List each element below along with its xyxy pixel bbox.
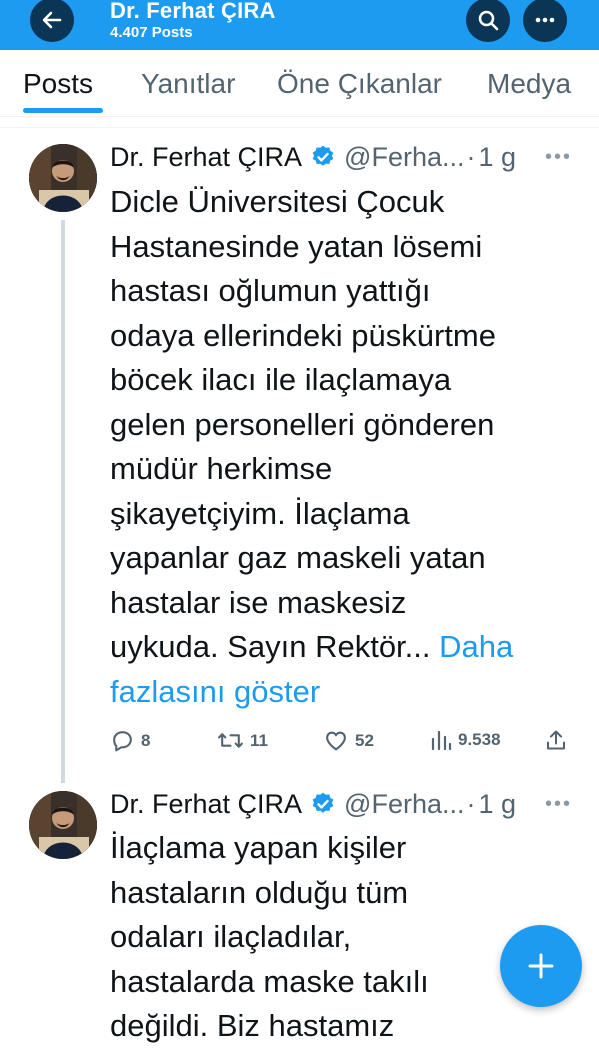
active-tab-indicator: [23, 108, 103, 113]
profile-tabs: Posts Yanıtlar Öne Çıkanlar Medya: [0, 50, 599, 117]
post-header: Dr. Ferhat ÇIRA @Ferha... · 1 g: [110, 787, 516, 821]
tab-highlights[interactable]: Öne Çıkanlar: [277, 68, 442, 100]
meta-separator: ·: [466, 141, 476, 172]
post-text-line: hastalar ise maskesiz: [110, 584, 407, 620]
post-more-icon[interactable]: •••: [545, 793, 572, 816]
post-more-icon[interactable]: •••: [545, 146, 572, 169]
post-text-line: Dicle Üniversitesi Çocuk: [110, 184, 445, 219]
plus-icon: [528, 953, 554, 979]
top-app-bar: Dr. Ferhat ÇIRA 4.407 Posts: [0, 0, 599, 50]
post-text-line: odaya ellerindeki püskürtme: [110, 317, 496, 353]
share-button[interactable]: [544, 728, 568, 753]
search-icon: [478, 10, 499, 31]
arrow-left-icon: [42, 11, 62, 29]
search-button[interactable]: [466, 0, 510, 42]
author-name[interactable]: Dr. Ferhat ÇIRA: [110, 789, 302, 820]
feed-divider: [0, 127, 599, 128]
profile-photo: [29, 144, 97, 212]
verified-badge-icon: [312, 792, 334, 813]
thread-connector: [61, 220, 65, 783]
avatar[interactable]: [29, 791, 97, 859]
post-text-line: müdür herkimse: [110, 451, 333, 486]
like-count: 52: [355, 730, 374, 750]
post-count: 4.407 Posts: [110, 24, 193, 41]
verified-badge-icon: [312, 145, 334, 166]
repost-button[interactable]: 11: [217, 728, 268, 753]
reply-button[interactable]: 8: [110, 728, 150, 753]
avatar[interactable]: [29, 144, 97, 212]
repost-icon: [218, 733, 243, 748]
back-button[interactable]: [30, 0, 74, 42]
post-text-line: şikayetçiyim. İlaçlama: [110, 495, 410, 531]
post-text-line: değildi. Biz hastamız: [110, 1008, 395, 1043]
show-more-link[interactable]: Daha: [439, 629, 513, 664]
post-header: Dr. Ferhat ÇIRA @Ferha... · 1 g: [110, 140, 516, 174]
repost-count: 11: [250, 730, 268, 750]
meta-separator: ·: [466, 788, 476, 819]
compose-post-button[interactable]: [500, 925, 582, 1007]
profile-photo: [29, 791, 97, 859]
post-text-line: hastaların olduğu tüm: [110, 874, 409, 910]
post-text-line: gelen personelleri gönderen: [110, 406, 495, 442]
author-handle[interactable]: @Ferha...: [344, 142, 464, 173]
like-button[interactable]: 52: [323, 728, 374, 753]
post-text: Dicle Üniversitesi Çocuk Hastanesinde ya…: [110, 180, 578, 714]
post-text-line: uykuda. Sayın Rektör...: [110, 629, 431, 664]
post-text-line-with-link: uykuda. Sayın Rektör... Daha: [110, 625, 578, 670]
post-text: İlaçlama yapan kişiler hastaların olduğu…: [110, 826, 578, 1049]
tab-posts[interactable]: Posts: [23, 68, 93, 100]
reply-icon: [113, 731, 132, 752]
author-handle[interactable]: @Ferha...: [344, 789, 464, 820]
tab-replies[interactable]: Yanıtlar: [141, 68, 235, 100]
post-text-line: Hastanesinde yatan lösemi: [110, 228, 483, 264]
post-actions: 8 11 52 9.538: [0, 728, 599, 758]
heart-icon: [326, 731, 346, 751]
author-name[interactable]: Dr. Ferhat ÇIRA: [110, 142, 302, 173]
post-text-line: yapanlar gaz maskeli yatan: [110, 540, 486, 575]
show-more-link-continued[interactable]: fazlasını göster: [110, 670, 578, 715]
more-options-button[interactable]: [523, 0, 567, 42]
views-chart-icon: [431, 730, 452, 751]
views-button[interactable]: 9.538: [430, 728, 501, 752]
tab-media[interactable]: Medya: [487, 68, 571, 100]
views-count: 9.538: [458, 730, 501, 749]
post-text-line: İlaçlama yapan kişiler: [110, 830, 407, 865]
reply-count: 8: [141, 730, 151, 750]
profile-title: Dr. Ferhat ÇIRA: [110, 0, 276, 23]
more-horizontal-icon: [535, 17, 555, 23]
post-age[interactable]: 1 g: [479, 142, 517, 173]
post-text-line: böcek ilacı ile ilaçlamaya: [110, 362, 452, 397]
post-age[interactable]: 1 g: [479, 789, 517, 820]
post-text-line: hastası oğlumun yattığı: [110, 273, 431, 308]
share-icon: [547, 730, 565, 750]
